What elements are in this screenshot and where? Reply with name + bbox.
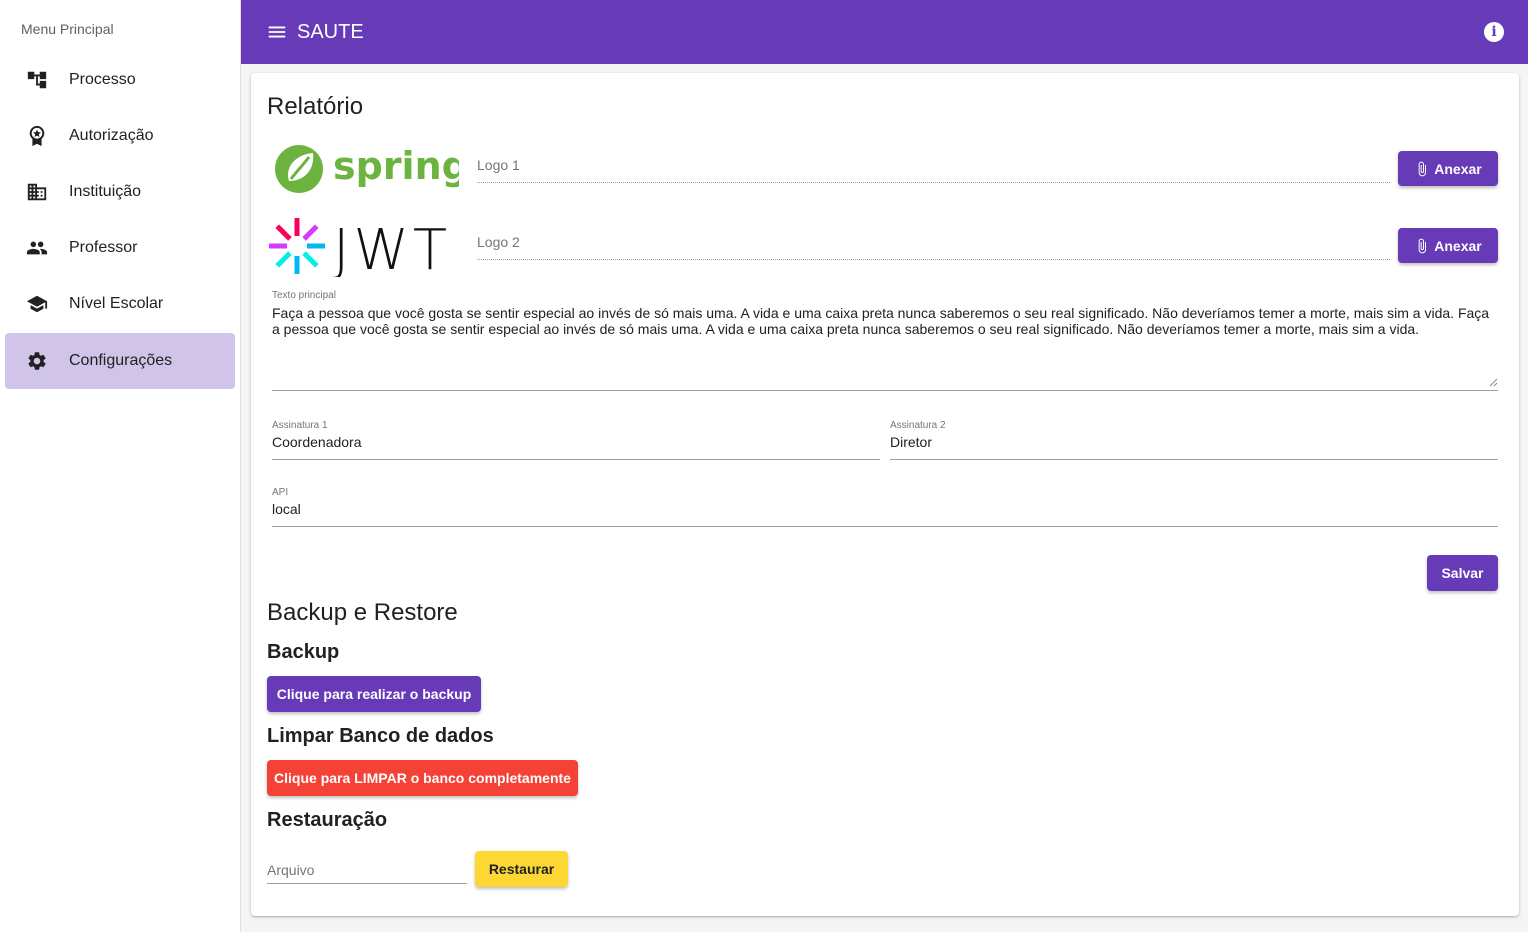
logo-2-field[interactable]: Logo 2 bbox=[477, 224, 1390, 260]
relatorio-title: Relatório bbox=[267, 93, 364, 120]
logo-2-text: JWT bbox=[333, 218, 451, 277]
restore-file-input[interactable]: Arquivo bbox=[267, 848, 467, 884]
sidebar-item-label: Professor bbox=[69, 239, 138, 256]
attach-label: Anexar bbox=[1434, 160, 1482, 177]
backup-restore-title: Backup e Restore bbox=[267, 599, 458, 626]
restore-button[interactable]: Restaurar bbox=[475, 851, 568, 887]
assinatura-1-field[interactable]: Assinatura 1 Coordenadora bbox=[272, 420, 880, 460]
school-icon bbox=[25, 292, 49, 316]
app-bar: SAUTE i bbox=[241, 0, 1528, 64]
account-tree-icon bbox=[25, 68, 49, 92]
menu-icon[interactable] bbox=[266, 21, 288, 43]
assinatura-2-field[interactable]: Assinatura 2 Diretor bbox=[890, 420, 1498, 460]
sidebar-item-configuracoes[interactable]: Configurações bbox=[5, 333, 235, 389]
settings-icon bbox=[25, 349, 49, 373]
paperclip-icon bbox=[1414, 236, 1430, 256]
logo-1-text: spring bbox=[333, 144, 459, 188]
assinatura-2-label: Assinatura 2 bbox=[890, 420, 946, 431]
logo-2-attach-button[interactable]: Anexar bbox=[1398, 228, 1498, 263]
sidebar-item-label: Processo bbox=[69, 71, 136, 88]
assinatura-2-value: Diretor bbox=[890, 434, 933, 450]
backup-button[interactable]: Clique para realizar o backup bbox=[267, 676, 481, 712]
texto-principal-textarea[interactable]: Texto principal Faça a pessoa que você g… bbox=[272, 290, 1498, 391]
domain-icon bbox=[25, 180, 49, 204]
sidebar-header: Menu Principal bbox=[21, 21, 114, 37]
backup-title: Backup bbox=[267, 641, 340, 663]
texto-principal-value: Faça a pessoa que você gosta se sentir e… bbox=[272, 305, 1490, 337]
clear-database-button[interactable]: Clique para LIMPAR o banco completamente bbox=[267, 760, 578, 796]
sidebar-item-autorizacao[interactable]: Autorização bbox=[5, 108, 235, 164]
badge-icon bbox=[25, 124, 49, 148]
sidebar-item-label: Configurações bbox=[69, 352, 173, 369]
app-title: SAUTE bbox=[297, 20, 364, 43]
logo-2-image: JWT bbox=[269, 215, 465, 283]
logo-1-field[interactable]: Logo 1 bbox=[477, 147, 1390, 183]
sidebar-item-professor[interactable]: Professor bbox=[5, 220, 235, 276]
sidebar-item-label: Nível Escolar bbox=[69, 295, 164, 312]
attach-label: Anexar bbox=[1434, 237, 1482, 254]
texto-principal-label: Texto principal bbox=[272, 290, 336, 301]
logo-1-placeholder: Logo 1 bbox=[477, 157, 520, 173]
logo-1-image: spring bbox=[275, 143, 469, 195]
sidebar: Menu Principal Processo Autorização Inst… bbox=[0, 0, 241, 932]
logo-1-attach-button[interactable]: Anexar bbox=[1398, 151, 1498, 186]
api-value: local bbox=[272, 501, 301, 517]
restore-file-placeholder: Arquivo bbox=[267, 862, 315, 878]
assinatura-1-value: Coordenadora bbox=[272, 434, 362, 450]
limpar-title: Limpar Banco de dados bbox=[267, 725, 494, 747]
paperclip-icon bbox=[1414, 159, 1430, 179]
api-label: API bbox=[272, 487, 289, 498]
api-field[interactable]: API local bbox=[272, 487, 1498, 527]
restauracao-title: Restauração bbox=[267, 809, 388, 831]
sidebar-item-label: Autorização bbox=[69, 127, 154, 144]
info-icon[interactable]: i bbox=[1484, 22, 1504, 42]
settings-card: Relatório spring Logo 1 Anexar JWT Logo … bbox=[251, 73, 1519, 916]
resize-handle-icon[interactable] bbox=[1489, 378, 1498, 387]
sidebar-item-label: Instituição bbox=[69, 183, 142, 200]
sidebar-item-instituicao[interactable]: Instituição bbox=[5, 164, 235, 220]
save-button[interactable]: Salvar bbox=[1427, 555, 1498, 591]
sidebar-item-processo[interactable]: Processo bbox=[5, 52, 235, 108]
assinatura-1-label: Assinatura 1 bbox=[272, 420, 328, 431]
people-icon bbox=[25, 236, 49, 260]
sidebar-item-nivel-escolar[interactable]: Nível Escolar bbox=[5, 276, 235, 332]
logo-2-placeholder: Logo 2 bbox=[477, 234, 520, 250]
